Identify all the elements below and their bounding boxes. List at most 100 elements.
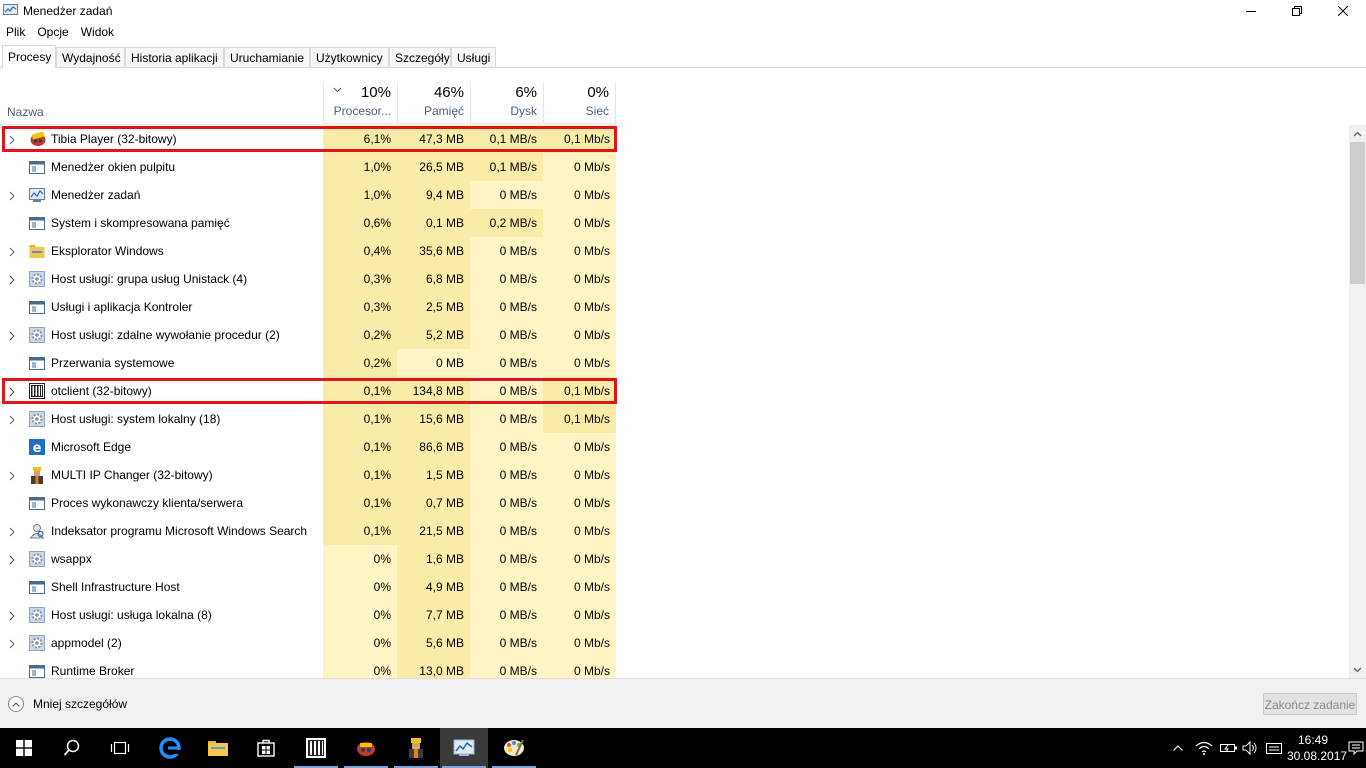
process-row[interactable]: Host usługi: grupa usług Unistack (4) 0,3… <box>0 265 1349 293</box>
expand-chevron-right-icon[interactable] <box>9 386 17 397</box>
scroll-up-arrow-icon[interactable] <box>1349 125 1366 142</box>
taskbar-paint[interactable] <box>490 728 538 768</box>
clock-time: 16:49 <box>1297 733 1329 747</box>
disk-cell: 0 MB/s <box>470 321 543 349</box>
minimize-button[interactable] <box>1228 0 1274 22</box>
tab-wydajnosc[interactable]: Wydajność <box>56 47 125 67</box>
disk-cell: 0,1 MB/s <box>470 153 543 181</box>
process-name: wsappx <box>51 552 92 566</box>
menu-opcje[interactable]: Opcje <box>31 22 74 42</box>
column-header-network[interactable]: 0% Sieć <box>543 82 616 124</box>
process-row[interactable]: e Microsoft Edge 0,1% 86,6 MB 0 MB/s 0 Mb/s <box>0 433 1349 461</box>
notifications-icon <box>1348 741 1364 755</box>
window-icon <box>29 215 45 231</box>
scroll-down-arrow-icon[interactable] <box>1349 661 1366 678</box>
network-cell: 0 Mb/s <box>543 573 616 601</box>
tab-uslugi[interactable]: Usługi <box>451 47 496 67</box>
column-header-disk[interactable]: 6% Dysk <box>470 82 543 124</box>
start-button[interactable] <box>0 728 48 768</box>
process-name: Host usługi: system lokalny (18) <box>51 412 221 426</box>
tray-network-button[interactable] <box>1194 728 1214 768</box>
process-row[interactable]: Shell Infrastructure Host 0% 4,9 MB 0 MB/s 0… <box>0 573 1349 601</box>
expand-chevron-right-icon[interactable] <box>9 470 17 481</box>
search-icon <box>63 739 80 756</box>
close-button[interactable] <box>1320 0 1366 22</box>
less-details-button[interactable]: Mniej szczegółów <box>8 696 127 712</box>
process-row[interactable]: Menedżer zadań 1,0% 9,4 MB 0 MB/s 0 Mb/s <box>0 181 1349 209</box>
process-row[interactable]: Runtime Broker 0% 13,0 MB 0 MB/s 0 Mb/s <box>0 657 1349 678</box>
tray-keyboard-button[interactable] <box>1264 728 1284 768</box>
process-row[interactable]: Menedżer okien pulpitu 1,0% 26,5 MB 0,1 MB/… <box>0 153 1349 181</box>
process-row[interactable]: MULTI IP Changer (32-bitowy) 0,1% 1,5 MB 0 … <box>0 461 1349 489</box>
menu-widok[interactable]: Widok <box>75 22 120 42</box>
expand-chevron-right-icon[interactable] <box>9 526 17 537</box>
process-row[interactable]: wsappx 0% 1,6 MB 0 MB/s 0 Mb/s <box>0 545 1349 573</box>
expand-chevron-right-icon[interactable] <box>9 414 17 425</box>
process-row[interactable]: Host usługi: zdalne wywołanie procedur (… <box>0 321 1349 349</box>
taskbar-clock[interactable]: 16:49 30.08.2017 <box>1287 732 1347 764</box>
process-row[interactable]: appmodel (2) 0% 5,6 MB 0 MB/s 0 Mb/s <box>0 629 1349 657</box>
process-row[interactable]: otclient (32-bitowy) 0,1% 134,8 MB 0 MB/s 0,… <box>0 377 1349 405</box>
process-row[interactable]: Indeksator programu Microsoft Windows Se… <box>0 517 1349 545</box>
tab-historia-aplikacji[interactable]: Historia aplikacji <box>125 47 224 67</box>
search-button[interactable] <box>48 728 96 768</box>
speaker-icon <box>1242 741 1257 755</box>
title-bar: Menedżer zadań <box>0 0 1366 22</box>
tab-uzytkownicy[interactable]: Użytkownicy <box>310 47 389 67</box>
end-task-button[interactable]: Zakończ zadanie <box>1263 693 1357 715</box>
memory-cell: 9,4 MB <box>397 181 470 209</box>
process-row[interactable]: Host usługi: system lokalny (18) 0,1% 15,6… <box>0 405 1349 433</box>
tray-volume-button[interactable] <box>1240 728 1260 768</box>
process-name: Eksplorator Windows <box>51 244 164 258</box>
expand-chevron-right-icon[interactable] <box>9 330 17 341</box>
window-icon <box>29 299 45 315</box>
task-view-button[interactable] <box>96 728 144 768</box>
process-row[interactable]: Eksplorator Windows 0,4% 35,6 MB 0 MB/s 0 Mb… <box>0 237 1349 265</box>
restore-button[interactable] <box>1274 0 1320 22</box>
taskbar-ip-changer[interactable] <box>392 728 440 768</box>
expand-chevron-right-icon[interactable] <box>9 246 17 257</box>
expand-chevron-right-icon[interactable] <box>9 190 17 201</box>
taskbar-store[interactable] <box>242 728 290 768</box>
process-row[interactable]: Tibia Player (32-bitowy) 6,1% 47,3 MB 0,1 M… <box>0 125 1349 153</box>
process-row[interactable]: Proces wykonawczy klienta/serwera 0,1% 0,7… <box>0 489 1349 517</box>
tab-uruchamianie[interactable]: Uruchamianie <box>224 47 310 67</box>
taskbar-file-explorer[interactable] <box>194 728 242 768</box>
expand-chevron-right-icon[interactable] <box>9 134 17 145</box>
tab-procesy[interactable]: Procesy <box>2 45 56 68</box>
tray-overflow-button[interactable] <box>1168 728 1188 768</box>
expand-chevron-right-icon[interactable] <box>9 610 17 621</box>
process-row[interactable]: Host usługi: usługa lokalna (8) 0% 7,7 MB 0… <box>0 601 1349 629</box>
tab-szczegoly[interactable]: Szczegóły <box>389 47 451 67</box>
chevron-up-icon <box>1173 745 1183 751</box>
memory-cell: 6,8 MB <box>397 265 470 293</box>
column-header-cpu[interactable]: 10% Procesor... <box>323 82 397 124</box>
process-name: Proces wykonawczy klienta/serwera <box>51 496 244 510</box>
process-name: Shell Infrastructure Host <box>51 580 180 594</box>
tray-battery-button[interactable] <box>1218 728 1240 768</box>
process-row[interactable]: System i skompresowana pamięć 0,6% 0,1 MB 0… <box>0 209 1349 237</box>
vertical-scrollbar[interactable] <box>1349 125 1366 678</box>
expand-chevron-right-icon[interactable] <box>9 274 17 285</box>
scrollbar-thumb[interactable] <box>1350 142 1365 284</box>
process-row[interactable]: Przerwania systemowe 0,2% 0 MB 0 MB/s 0 Mb/s <box>0 349 1349 377</box>
taskbar-tibia[interactable] <box>342 728 390 768</box>
column-header-name[interactable]: Nazwa <box>0 82 323 125</box>
taskbar-edge[interactable] <box>146 728 194 768</box>
process-name: Host usługi: zdalne wywołanie procedur (… <box>51 328 280 342</box>
expand-chevron-right-icon[interactable] <box>9 638 17 649</box>
expand-chevron-right-icon[interactable] <box>9 554 17 565</box>
cpu-cell: 0,2% <box>323 349 397 377</box>
column-header-memory[interactable]: 46% Pamięć <box>397 82 470 124</box>
taskbar-task-manager[interactable] <box>440 728 488 768</box>
menu-plik[interactable]: Plik <box>0 22 31 42</box>
process-row[interactable]: Usługi i aplikacja Kontroler 0,3% 2,5 MB 0 … <box>0 293 1349 321</box>
disk-cell: 0 MB/s <box>470 349 543 377</box>
disk-cell: 0 MB/s <box>470 601 543 629</box>
network-cell: 0 Mb/s <box>543 153 616 181</box>
taskbar-otclient[interactable] <box>292 728 340 768</box>
action-center-button[interactable] <box>1346 728 1366 768</box>
disk-cell: 0 MB/s <box>470 433 543 461</box>
cpu-cell: 0,3% <box>323 293 397 321</box>
memory-cell: 134,8 MB <box>397 377 470 405</box>
